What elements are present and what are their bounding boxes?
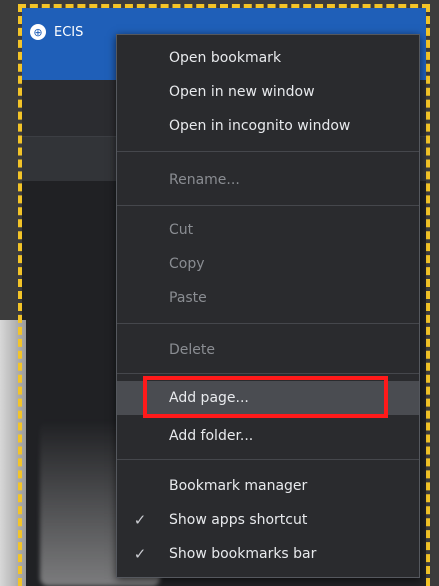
menu-item-show-bookmarks-bar[interactable]: ✓ Show bookmarks bar [117, 537, 419, 571]
menu-item-cut[interactable]: Cut [117, 213, 419, 247]
menu-item-show-apps-shortcut[interactable]: ✓ Show apps shortcut [117, 503, 419, 537]
menu-item-label: Bookmark manager [169, 478, 308, 494]
menu-separator [117, 205, 419, 206]
bookmark-context-menu: Open bookmark Open in new window Open in… [116, 34, 420, 578]
menu-item-label: Delete [169, 342, 215, 358]
menu-item-label: Cut [169, 222, 194, 238]
highlight-box [143, 376, 388, 418]
menu-item-label: Copy [169, 256, 205, 272]
checkmark-icon: ✓ [133, 545, 147, 563]
menu-item-label: Show bookmarks bar [169, 546, 317, 562]
menu-separator [117, 373, 419, 374]
menu-item-paste[interactable]: Paste [117, 281, 419, 315]
menu-item-label: Open in incognito window [169, 118, 351, 134]
menu-item-label: Paste [169, 290, 207, 306]
menu-item-label: Show apps shortcut [169, 512, 308, 528]
menu-separator [117, 323, 419, 324]
menu-item-bookmark-manager[interactable]: Bookmark manager [117, 469, 419, 503]
menu-separator [117, 459, 419, 460]
menu-item-delete[interactable]: Delete [117, 333, 419, 367]
menu-item-add-folder[interactable]: Add folder... [117, 419, 419, 453]
menu-item-label: Rename... [169, 172, 240, 188]
menu-item-label: Add folder... [169, 428, 254, 444]
menu-item-open-bookmark[interactable]: Open bookmark [117, 41, 419, 75]
menu-item-copy[interactable]: Copy [117, 247, 419, 281]
checkmark-icon: ✓ [133, 511, 147, 529]
menu-item-label: Open bookmark [169, 50, 282, 66]
menu-item-open-incognito[interactable]: Open in incognito window [117, 109, 419, 143]
menu-item-open-new-window[interactable]: Open in new window [117, 75, 419, 109]
menu-item-rename[interactable]: Rename... [117, 163, 419, 197]
menu-item-label: Open in new window [169, 84, 315, 100]
menu-separator [117, 151, 419, 152]
